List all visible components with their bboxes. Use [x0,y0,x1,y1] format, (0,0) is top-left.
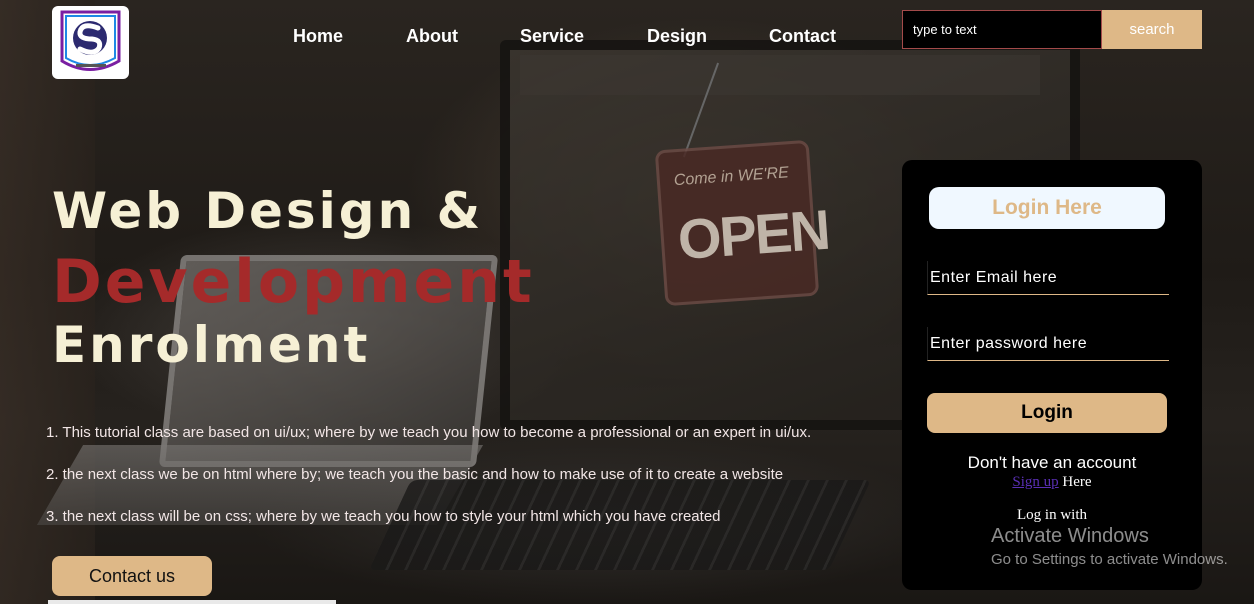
login-title: Login Here [929,187,1165,229]
background-open-sign: Come in WE'RE OPEN [654,139,831,307]
email-field[interactable] [927,261,1169,295]
nav-service[interactable]: Service [520,26,584,47]
nav-about[interactable]: About [406,26,458,47]
background-keyboard [369,480,871,570]
site-logo[interactable] [52,6,129,79]
hero-paragraph-2: 2. the next class we be on html where by… [46,466,784,483]
log-in-with-text: Log in with [1017,507,1087,523]
sign-text-open: OPEN [675,197,831,272]
activate-windows-title: Activate Windows [991,525,1149,547]
hero-paragraph-3: 3. the next class will be on css; where … [46,508,721,525]
logo-icon [60,10,121,71]
signup-link[interactable]: Sign up [1012,474,1058,490]
activate-windows-subtitle: Go to Settings to activate Windows. [991,551,1228,568]
no-account-text: Don't have an account [967,453,1137,472]
password-field[interactable] [927,327,1169,361]
hero-title-line3: Enrolment [52,316,371,374]
contact-us-button[interactable]: Contact us [52,556,212,596]
search-button[interactable]: search [1102,10,1202,49]
signup-suffix: Here [1058,474,1092,490]
nav-home[interactable]: Home [293,26,343,47]
bottom-strip [48,600,336,604]
hero-title-line1: Web Design & [52,182,484,240]
nav-design[interactable]: Design [647,26,707,47]
sign-text-top: Come in WE'RE [673,164,790,190]
search-input[interactable] [902,10,1102,49]
hero-title-line2: Development [52,247,535,317]
background-monitor-taskbar [520,55,1040,95]
nav-contact[interactable]: Contact [769,26,836,47]
signup-line: Sign up Here [902,474,1202,491]
login-button[interactable]: Login [927,393,1167,433]
hero-paragraph-1: 1. This tutorial class are based on ui/u… [46,424,812,441]
